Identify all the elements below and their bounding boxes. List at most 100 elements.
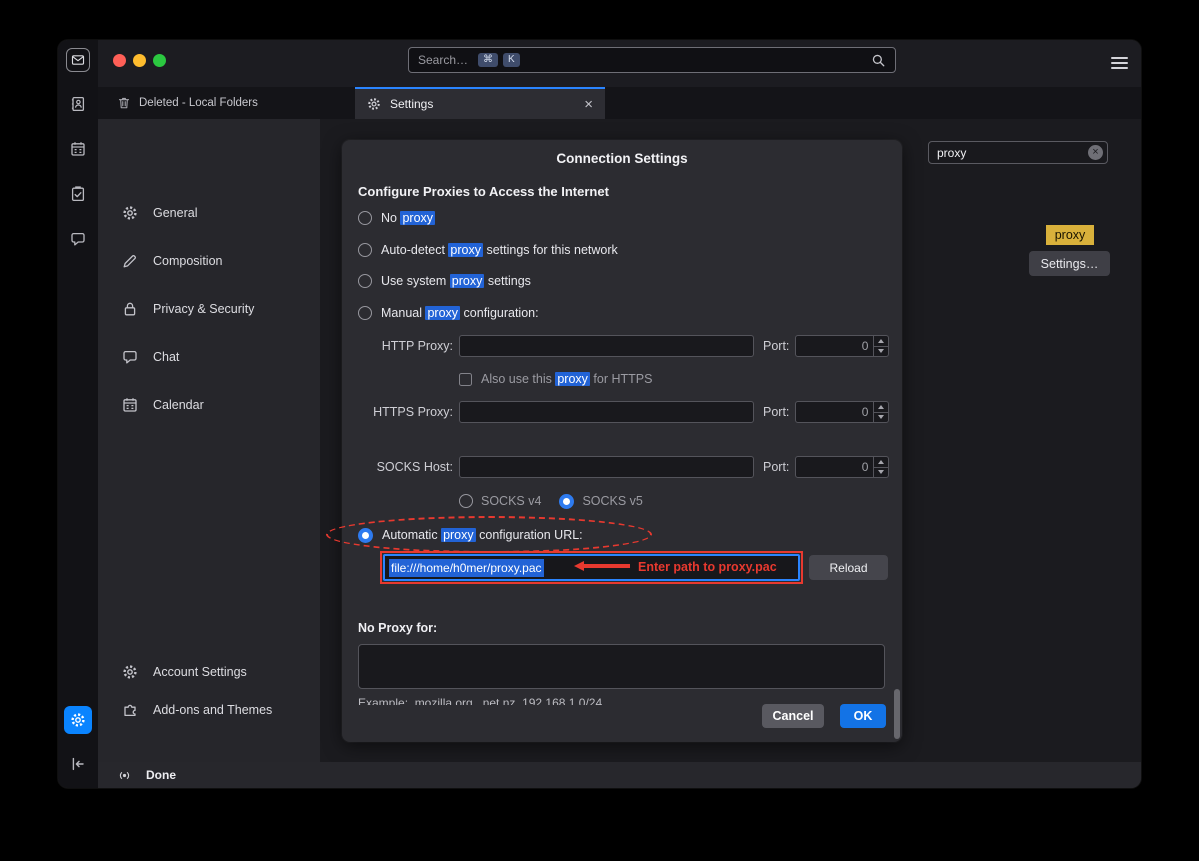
- https-proxy-input[interactable]: [459, 401, 754, 423]
- radio-icon-selected: [358, 528, 373, 543]
- zoom-window-button[interactable]: [153, 54, 166, 67]
- highlighted-term: proxy: [425, 306, 460, 320]
- port-label: Port:: [763, 460, 789, 474]
- radio-icon: [358, 243, 372, 257]
- highlighted-term: proxy: [441, 528, 476, 542]
- radio-icon: [358, 306, 372, 320]
- label-part: Automatic: [382, 528, 441, 542]
- http-proxy-label: HTTP Proxy:: [358, 339, 453, 353]
- thunderbird-window: Search… ⌘ K Deleted - Local Folders Sett…: [58, 40, 1141, 788]
- share-proxy-checkbox[interactable]: Also use this proxy for HTTPS: [459, 370, 652, 388]
- sidebar-item-label: Composition: [153, 254, 222, 268]
- address-book-icon[interactable]: [70, 96, 86, 112]
- collapse-spaces-icon[interactable]: [70, 756, 86, 772]
- chat-icon[interactable]: [70, 231, 86, 247]
- gear-icon: [70, 712, 86, 728]
- proxy-url-input[interactable]: file:///home/h0mer/proxy.pac: [383, 554, 800, 581]
- socks-port-input[interactable]: 0: [795, 456, 889, 478]
- pencil-icon: [122, 253, 138, 269]
- radio-use-system[interactable]: Use system proxy settings: [358, 271, 531, 291]
- sidebar-item-label: Add-ons and Themes: [153, 703, 272, 717]
- port-value: 0: [796, 402, 873, 422]
- ok-button[interactable]: OK: [840, 704, 886, 728]
- radio-label: Manual proxy configuration:: [381, 306, 539, 320]
- sidebar-item-general[interactable]: General: [98, 198, 320, 228]
- calendar-icon[interactable]: [70, 141, 86, 157]
- https-proxy-label: HTTPS Proxy:: [358, 405, 453, 419]
- search-placeholder: Search…: [418, 53, 468, 67]
- sidebar-item-account-settings[interactable]: Account Settings: [98, 657, 320, 687]
- socks-host-row: SOCKS Host: Port: 0: [358, 456, 890, 478]
- titlebar: Search… ⌘ K: [98, 40, 1141, 87]
- sidebar-item-label: Privacy & Security: [153, 302, 254, 316]
- cancel-button[interactable]: Cancel: [762, 704, 824, 728]
- sidebar-item-composition[interactable]: Composition: [98, 246, 320, 276]
- minimize-window-button[interactable]: [133, 54, 146, 67]
- close-window-button[interactable]: [113, 54, 126, 67]
- highlighted-term: proxy: [555, 372, 590, 386]
- no-proxy-textarea[interactable]: [358, 644, 885, 689]
- label-part: settings for this network: [483, 243, 618, 257]
- radio-label: SOCKS v5: [582, 494, 642, 508]
- status-bar: Done: [98, 762, 1141, 788]
- radio-label: Use system proxy settings: [381, 274, 531, 288]
- tab-deleted-local-folders[interactable]: Deleted - Local Folders: [117, 87, 258, 119]
- radio-automatic-url[interactable]: Automatic proxy configuration URL:: [358, 525, 583, 545]
- radio-label: SOCKS v4: [481, 494, 541, 508]
- https-port-input[interactable]: 0: [795, 401, 889, 423]
- app-menu-icon[interactable]: [1111, 57, 1128, 72]
- port-spinner[interactable]: [873, 402, 888, 422]
- sidebar-item-chat[interactable]: Chat: [98, 342, 320, 372]
- port-spinner[interactable]: [873, 336, 888, 356]
- label-part: Manual: [381, 306, 425, 320]
- radio-no-proxy[interactable]: No proxy: [358, 208, 435, 228]
- sidebar-item-calendar[interactable]: Calendar: [98, 390, 320, 420]
- tasks-icon[interactable]: [70, 186, 86, 202]
- tab-bar: Deleted - Local Folders Settings ×: [98, 87, 1141, 119]
- sidebar-item-label: Chat: [153, 350, 179, 364]
- port-label: Port:: [763, 405, 789, 419]
- label-part: configuration URL:: [476, 528, 583, 542]
- radio-icon-selected: [559, 494, 574, 509]
- port-value: 0: [796, 457, 873, 477]
- settings-search-input[interactable]: [928, 141, 1108, 164]
- http-proxy-row: HTTP Proxy: Port: 0: [358, 335, 890, 357]
- radio-manual-config[interactable]: Manual proxy configuration:: [358, 303, 539, 323]
- socks-host-input[interactable]: [459, 456, 754, 478]
- tab-settings[interactable]: Settings ×: [355, 87, 605, 119]
- reload-button[interactable]: Reload: [809, 555, 888, 580]
- mail-space-button[interactable]: [66, 48, 90, 72]
- close-tab-icon[interactable]: ×: [584, 97, 593, 112]
- lock-icon: [122, 301, 138, 317]
- label-part: configuration:: [460, 306, 539, 320]
- connection-settings-button[interactable]: Settings…: [1029, 251, 1110, 276]
- radio-auto-detect[interactable]: Auto-detect proxy settings for this netw…: [358, 240, 618, 260]
- sidebar-item-addons-themes[interactable]: Add-ons and Themes: [98, 695, 320, 725]
- socks-version-row: SOCKS v4 SOCKS v5: [459, 491, 643, 511]
- puzzle-icon: [122, 702, 138, 718]
- global-search-bar[interactable]: Search… ⌘ K: [408, 47, 896, 73]
- highlighted-term: proxy: [450, 274, 485, 288]
- settings-space-button[interactable]: [64, 706, 92, 734]
- gear-icon: [122, 205, 138, 221]
- radio-socks-v5[interactable]: SOCKS v5: [559, 494, 642, 509]
- radio-icon: [459, 494, 473, 508]
- radio-socks-v4[interactable]: SOCKS v4: [459, 494, 541, 508]
- http-proxy-input[interactable]: [459, 335, 754, 357]
- connection-settings-dialog: Connection Settings Configure Proxies to…: [342, 140, 902, 742]
- http-port-input[interactable]: 0: [795, 335, 889, 357]
- account-settings-icon: [122, 664, 138, 680]
- dialog-scrollbar-thumb[interactable]: [894, 689, 900, 739]
- mail-icon: [71, 53, 85, 67]
- port-spinner[interactable]: [873, 457, 888, 477]
- dialog-title: Connection Settings: [342, 151, 902, 166]
- highlighted-term: proxy: [448, 243, 483, 257]
- tab-label: Deleted - Local Folders: [139, 97, 258, 109]
- sidebar-item-privacy-security[interactable]: Privacy & Security: [98, 294, 320, 324]
- radio-icon: [358, 274, 372, 288]
- https-proxy-row: HTTPS Proxy: Port: 0: [358, 401, 890, 423]
- desktop: Search… ⌘ K Deleted - Local Folders Sett…: [0, 0, 1199, 861]
- clear-search-icon[interactable]: ×: [1088, 145, 1103, 160]
- kbd-cmd: ⌘: [478, 53, 498, 67]
- kbd-k: K: [503, 53, 520, 67]
